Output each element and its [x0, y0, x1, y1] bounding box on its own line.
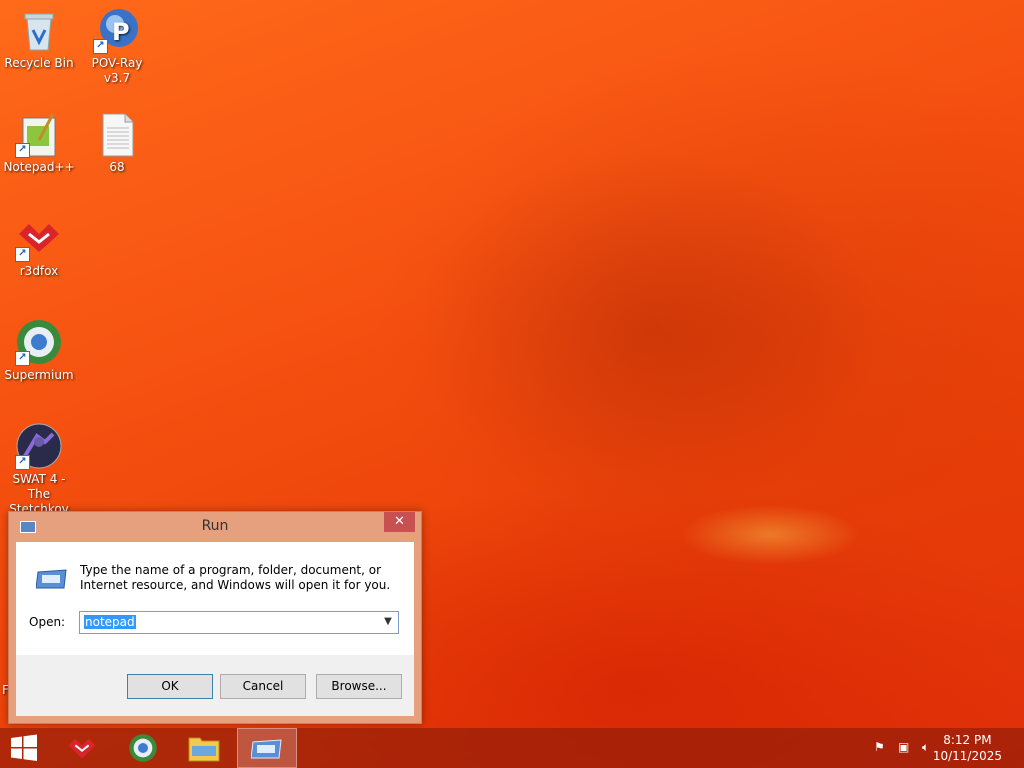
clock[interactable]: 8:12 PM 10/11/2025 — [933, 732, 1002, 764]
open-label: Open: — [29, 615, 66, 629]
folder-icon — [188, 737, 220, 762]
chevron-down-icon[interactable]: ▼ — [382, 614, 394, 630]
shortcut-arrow-icon: ↗ — [15, 455, 30, 470]
shortcut-arrow-icon: ↗ — [93, 39, 108, 54]
shortcut-arrow-icon: ↗ — [15, 247, 30, 262]
taskbar: ⚑ ▣ 🔈︎ 8:12 PM 10/11/2025 — [0, 728, 1024, 768]
run-icon — [251, 739, 282, 759]
clock-time: 8:12 PM — [943, 733, 992, 747]
taskbar-r3dfox[interactable] — [52, 728, 112, 768]
run-dialog: Run ✕ Type the name of a program, folder… — [8, 511, 422, 724]
volume-icon[interactable]: 🔈︎ — [922, 740, 929, 755]
r3dfox-icon: ↗ — [15, 214, 63, 262]
desktop-icon-notepadpp[interactable]: ↗ Notepad++ — [0, 106, 78, 175]
run-icon — [35, 568, 68, 590]
open-combobox[interactable]: notepad ▼ — [79, 611, 399, 634]
r3dfox-icon — [68, 738, 96, 759]
cancel-button[interactable]: Cancel — [220, 674, 306, 699]
run-footer: OK Cancel Browse... — [16, 655, 414, 716]
povray-icon: P ↗ — [93, 6, 141, 54]
swat4-icon: ↗ — [15, 422, 63, 470]
start-button[interactable] — [0, 728, 48, 768]
recycle-bin-icon — [15, 6, 63, 54]
taskbar-run[interactable] — [237, 728, 297, 768]
windows-logo-icon — [11, 734, 37, 761]
desktop-icon-label: Supermium — [4, 368, 74, 382]
shortcut-arrow-icon: ↗ — [15, 143, 30, 158]
text-file-icon — [93, 110, 141, 158]
taskbar-file-explorer[interactable] — [174, 728, 234, 768]
desktop-icon-68[interactable]: 68 — [78, 106, 156, 175]
desktop-icon-r3dfox[interactable]: ↗ r3dfox — [0, 210, 78, 279]
run-title-bar[interactable]: Run ✕ — [9, 512, 421, 541]
action-center-flag-icon[interactable]: ⚑ — [874, 740, 885, 754]
desktop-icon-label: 68 — [109, 160, 125, 174]
desktop-icon-supermium[interactable]: ↗ Supermium — [0, 314, 78, 383]
shortcut-arrow-icon: ↗ — [15, 351, 30, 366]
desktop-icon-povray[interactable]: P ↗ POV-Ray v3.7 — [78, 2, 156, 86]
ok-button[interactable]: OK — [127, 674, 213, 699]
desktop-icon-label: Notepad++ — [3, 160, 75, 174]
network-icon[interactable]: ▣ — [898, 740, 909, 754]
open-input-value[interactable]: notepad — [84, 615, 136, 629]
svg-text:P: P — [112, 18, 130, 46]
close-button[interactable]: ✕ — [384, 512, 415, 532]
supermium-icon: ↗ — [15, 318, 63, 366]
supermium-icon — [129, 734, 157, 762]
desktop-icon-recycle-bin[interactable]: Recycle Bin — [0, 2, 78, 71]
browse-button[interactable]: Browse... — [316, 674, 402, 699]
run-title: Run — [201, 518, 229, 534]
notepadpp-icon: ↗ — [15, 110, 63, 158]
taskbar-supermium[interactable] — [113, 728, 173, 768]
run-body: Type the name of a program, folder, docu… — [16, 542, 414, 655]
desktop-icon-label: POV-Ray v3.7 — [91, 56, 143, 85]
desktop-icon-label: r3dfox — [19, 264, 59, 278]
clock-date: 10/11/2025 — [932, 749, 1002, 763]
desktop-icon-label: Recycle Bin — [4, 56, 74, 70]
run-description: Type the name of a program, folder, docu… — [80, 563, 391, 592]
